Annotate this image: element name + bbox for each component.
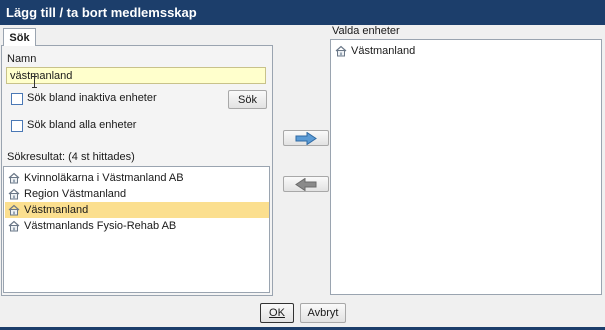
house-icon: [8, 172, 20, 184]
name-input[interactable]: [6, 67, 266, 84]
all-units-checkbox[interactable]: [11, 120, 23, 132]
list-item[interactable]: Region Västmanland: [5, 186, 269, 202]
arrow-left-icon: [295, 178, 317, 191]
tab-sok[interactable]: Sök: [3, 28, 36, 46]
ok-button-label: OK: [269, 307, 285, 319]
cancel-button[interactable]: Avbryt: [300, 303, 346, 323]
search-button[interactable]: Sök: [228, 90, 267, 109]
results-header: Sökresultat: (4 st hittades): [7, 151, 135, 163]
list-item[interactable]: Västmanland: [332, 43, 600, 59]
name-label: Namn: [7, 53, 37, 65]
window-title: Lägg till / ta bort medlemsskap: [0, 0, 605, 25]
search-results-list[interactable]: Kvinnoläkarna i Västmanland AB Region Vä…: [3, 166, 270, 293]
add-unit-button[interactable]: [283, 130, 329, 146]
list-item[interactable]: Kvinnoläkarna i Västmanland AB: [5, 170, 269, 186]
remove-unit-button[interactable]: [283, 176, 329, 192]
list-item-label: Västmanlands Fysio-Rehab AB: [24, 220, 177, 232]
list-item-label: Region Västmanland: [24, 188, 127, 200]
list-item-label: Västmanland: [351, 45, 416, 57]
list-item-label: Kvinnoläkarna i Västmanland AB: [24, 172, 184, 184]
list-item-label: Västmanland: [24, 204, 89, 216]
house-icon: [8, 188, 20, 200]
list-item-selected[interactable]: Västmanland: [5, 202, 269, 218]
house-icon: [8, 220, 20, 232]
house-icon: [8, 204, 20, 216]
inactive-units-checkbox[interactable]: [11, 93, 23, 105]
list-item[interactable]: Västmanlands Fysio-Rehab AB: [5, 218, 269, 234]
arrow-right-icon: [295, 132, 317, 145]
text-cursor-icon: [32, 76, 37, 88]
all-units-checkbox-label: Sök bland alla enheter: [27, 119, 137, 131]
ok-button[interactable]: OK: [260, 303, 294, 323]
selected-units-header: Valda enheter: [332, 25, 400, 37]
inactive-units-checkbox-label: Sök bland inaktiva enheter: [27, 92, 157, 104]
house-icon: [335, 45, 347, 57]
selected-units-list[interactable]: Västmanland: [330, 39, 602, 295]
